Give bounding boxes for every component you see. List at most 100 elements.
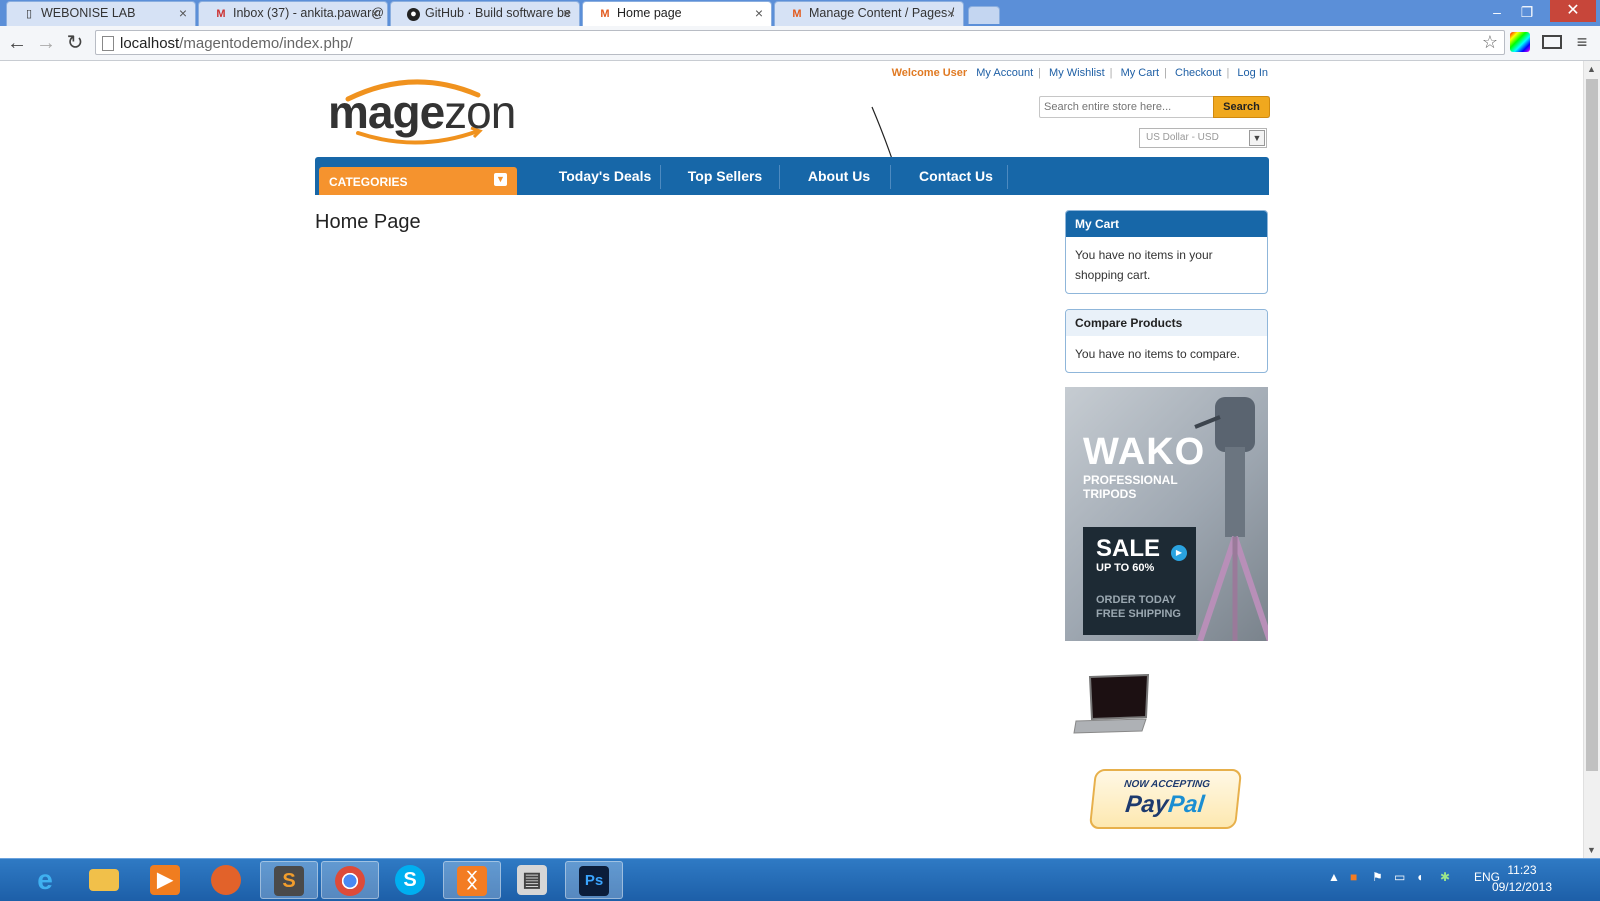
taskbar-file-explorer[interactable] xyxy=(76,861,134,899)
action-center-flag-icon[interactable]: ⚑ xyxy=(1372,870,1383,884)
search-input[interactable] xyxy=(1044,99,1204,115)
tripod-sale-banner[interactable]: WAKO PROFESSIONAL TRIPODS SALE UP TO 60% … xyxy=(1065,387,1268,641)
menu-icon[interactable]: ≡ xyxy=(1572,32,1592,52)
back-arrow-icon[interactable]: ← xyxy=(5,31,29,55)
clock-time: 11:23 xyxy=(1507,863,1537,877)
taskbar-firefox[interactable] xyxy=(198,861,256,899)
tab-title: WEBONISE LAB xyxy=(41,6,136,20)
taskbar-photoshop[interactable]: Ps xyxy=(565,861,623,899)
minimize-icon[interactable]: – xyxy=(1484,2,1510,22)
photoshop-icon: Ps xyxy=(579,866,609,896)
xampp-icon: ᛝ xyxy=(457,866,487,896)
tab-github[interactable]: ● GitHub · Build software be × xyxy=(390,1,580,26)
paypal-now-accepting: NOW ACCEPTING xyxy=(1123,779,1211,790)
tab-home-page[interactable]: M Home page × xyxy=(582,1,772,26)
system-clock[interactable]: 11:23 09/12/2013 xyxy=(1492,862,1552,896)
nav-top-sellers[interactable]: Top Sellers xyxy=(667,157,783,195)
compare-products-title: Compare Products xyxy=(1066,310,1267,336)
banner-subtitle: PROFESSIONAL TRIPODS xyxy=(1083,473,1178,501)
browser-toolbar: ← → ↻ localhost/magentodemo/index.php/ ☆… xyxy=(0,26,1600,61)
taskbar-skype[interactable]: S xyxy=(382,861,440,899)
scrollbar-thumb[interactable] xyxy=(1586,79,1598,771)
nav-about-us[interactable]: About Us xyxy=(785,157,893,195)
my-cart-title[interactable]: My Cart xyxy=(1066,211,1267,237)
store-logo[interactable]: magezon xyxy=(328,73,518,148)
bookmark-star-icon[interactable]: ☆ xyxy=(1482,32,1498,53)
page-title: Home Page xyxy=(315,211,421,233)
search-button[interactable]: Search xyxy=(1213,96,1270,118)
close-icon[interactable]: × xyxy=(371,5,379,21)
nav-todays-deals[interactable]: Today's Deals xyxy=(539,157,671,195)
paypal-pay: Pay xyxy=(1124,791,1170,818)
page-icon xyxy=(102,36,114,51)
url-path: /magentodemo/index.php/ xyxy=(179,35,353,52)
forward-arrow-icon[interactable]: → xyxy=(34,31,58,55)
close-icon[interactable]: × xyxy=(755,5,763,21)
close-icon[interactable]: × xyxy=(947,5,955,21)
categories-label: CATEGORIES xyxy=(329,175,408,189)
show-hidden-icons-icon[interactable]: ▲ xyxy=(1328,870,1340,884)
banner-subtitle-2: TRIPODS xyxy=(1083,487,1137,501)
scroll-up-icon[interactable]: ▲ xyxy=(1587,64,1596,74)
currency-select[interactable]: US Dollar - USD ▼ xyxy=(1139,128,1267,148)
color-extension-icon[interactable] xyxy=(1510,32,1530,52)
tab-title: Home page xyxy=(617,6,682,20)
restore-icon[interactable]: ❐ xyxy=(1514,2,1540,22)
logo-text-bold: mage xyxy=(328,86,445,138)
page-scrollbar[interactable]: ▲ ▼ xyxy=(1583,61,1600,858)
browser-tab-strip: ▯ WEBONISE LAB × M Inbox (37) - ankita.p… xyxy=(0,0,1600,26)
folder-icon xyxy=(89,869,119,891)
new-tab-button[interactable] xyxy=(968,6,1000,24)
laptop-image[interactable] xyxy=(1070,673,1150,738)
skype-icon: S xyxy=(395,865,425,895)
sale-box: SALE UP TO 60% ▶ ORDER TODAY FREE SHIPPIN… xyxy=(1083,527,1196,635)
taskbar-sublime-text[interactable]: S xyxy=(260,861,318,899)
firefox-icon xyxy=(211,865,241,895)
separator: | xyxy=(1038,67,1041,79)
taskbar-xampp[interactable]: ᛝ xyxy=(443,861,501,899)
close-icon[interactable]: × xyxy=(179,5,187,21)
sale-discount: UP TO 60% xyxy=(1096,562,1155,574)
sync-tray-icon[interactable]: ✱ xyxy=(1440,870,1450,884)
xampp-tray-icon[interactable]: ■ xyxy=(1350,870,1357,884)
laptop-icon xyxy=(1073,673,1150,734)
main-navigation: CATEGORIES ▼ Today's Deals Top Sellers A… xyxy=(315,157,1269,195)
sale-label: SALE xyxy=(1096,535,1161,562)
window-close-button[interactable]: ✕ xyxy=(1550,0,1596,22)
link-my-account[interactable]: My Account xyxy=(976,67,1033,79)
link-my-wishlist[interactable]: My Wishlist xyxy=(1049,67,1105,79)
banner-subtitle-1: PROFESSIONAL xyxy=(1083,473,1178,487)
cast-extension-icon[interactable] xyxy=(1542,35,1562,49)
play-icon: ▶ xyxy=(1171,545,1187,561)
categories-dropdown[interactable]: CATEGORIES ▼ xyxy=(319,167,517,195)
reload-icon[interactable]: ↻ xyxy=(63,31,87,55)
scroll-down-icon[interactable]: ▼ xyxy=(1587,845,1596,855)
taskbar-internet-explorer[interactable]: e xyxy=(17,861,75,899)
network-icon[interactable]: ▭ xyxy=(1394,870,1405,884)
link-checkout[interactable]: Checkout xyxy=(1175,67,1221,79)
free-shipping: FREE SHIPPING xyxy=(1096,608,1181,620)
url-text[interactable]: localhost/magentodemo/index.php/ xyxy=(120,35,353,52)
tab-title: Manage Content / Pages / xyxy=(809,6,955,20)
address-bar[interactable]: localhost/magentodemo/index.php/ ☆ xyxy=(95,30,1505,55)
order-text: ORDER TODAY FREE SHIPPING xyxy=(1096,593,1181,621)
internet-explorer-icon: e xyxy=(37,864,53,895)
taskbar-media-player[interactable]: ▶ xyxy=(137,861,195,899)
volume-icon[interactable]: ◖ xyxy=(1416,870,1423,884)
tab-webonise[interactable]: ▯ WEBONISE LAB × xyxy=(6,1,196,26)
tab-manage-content[interactable]: M Manage Content / Pages / × xyxy=(774,1,964,26)
compare-products-message: You have no items to compare. xyxy=(1075,347,1240,361)
nav-divider xyxy=(890,165,891,189)
nav-contact-us[interactable]: Contact Us xyxy=(895,157,1017,195)
logo-text: magezon xyxy=(328,85,516,139)
taskbar-archive-manager[interactable]: ▤ xyxy=(504,861,562,899)
paypal-badge: NOW ACCEPTING PayPal xyxy=(1088,769,1243,829)
link-log-in[interactable]: Log In xyxy=(1237,67,1268,79)
close-icon[interactable]: × xyxy=(563,5,571,21)
currency-value: US Dollar - USD xyxy=(1146,132,1219,143)
chevron-down-icon: ▼ xyxy=(1249,130,1265,146)
nav-divider xyxy=(779,165,780,189)
link-my-cart[interactable]: My Cart xyxy=(1121,67,1160,79)
taskbar-chrome[interactable] xyxy=(321,861,379,899)
tab-gmail[interactable]: M Inbox (37) - ankita.pawar@ × xyxy=(198,1,388,26)
